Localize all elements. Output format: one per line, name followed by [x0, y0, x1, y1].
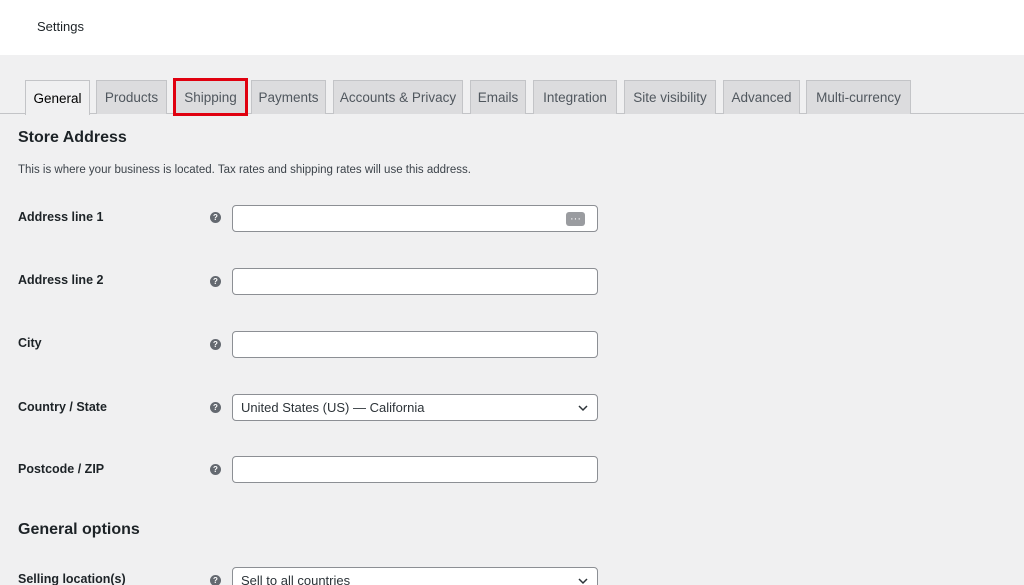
help-icon[interactable]: ?: [210, 339, 221, 350]
chevron-down-icon: [578, 578, 588, 585]
tab-multi-currency[interactable]: Multi-currency: [806, 80, 911, 114]
store-address-description: This is where your business is located. …: [18, 164, 471, 176]
tab-advanced[interactable]: Advanced: [723, 80, 800, 114]
address-line-1-input[interactable]: ···: [232, 205, 598, 232]
selling-locations-select[interactable]: Sell to all countries: [232, 567, 598, 585]
tab-site-visibility[interactable]: Site visibility: [624, 80, 716, 114]
city-input[interactable]: [232, 331, 598, 358]
postcode-input[interactable]: [232, 456, 598, 483]
chevron-down-icon: [578, 405, 588, 412]
general-options-heading: General options: [18, 521, 140, 538]
address-line-2-input[interactable]: [232, 268, 598, 295]
country-state-value: United States (US) — California: [241, 400, 425, 415]
tab-payments[interactable]: Payments: [251, 80, 326, 114]
store-address-heading: Store Address: [18, 129, 127, 146]
settings-tabs: General Products Shipping Payments Accou…: [0, 78, 1024, 116]
postcode-label: Postcode / ZIP: [18, 462, 105, 476]
address-line-2-label: Address line 2: [18, 273, 104, 287]
help-icon[interactable]: ?: [210, 212, 221, 223]
help-icon[interactable]: ?: [210, 575, 221, 585]
country-state-label: Country / State: [18, 400, 107, 414]
country-state-select[interactable]: United States (US) — California: [232, 394, 598, 421]
tab-general[interactable]: General: [25, 80, 90, 115]
selling-locations-value: Sell to all countries: [241, 573, 351, 585]
tab-products[interactable]: Products: [96, 80, 167, 114]
help-icon[interactable]: ?: [210, 276, 221, 287]
top-bar: Settings: [0, 0, 1024, 55]
password-manager-icon[interactable]: ···: [566, 212, 585, 226]
selling-locations-label: Selling location(s): [18, 572, 126, 585]
help-icon[interactable]: ?: [210, 464, 221, 475]
city-label: City: [18, 336, 42, 350]
tab-emails[interactable]: Emails: [470, 80, 526, 114]
address-line-1-label: Address line 1: [18, 210, 104, 224]
help-icon[interactable]: ?: [210, 402, 221, 413]
page-title: Settings: [37, 19, 84, 34]
tab-integration[interactable]: Integration: [533, 80, 617, 114]
tab-accounts-privacy[interactable]: Accounts & Privacy: [333, 80, 463, 114]
tab-shipping[interactable]: Shipping: [173, 78, 248, 116]
